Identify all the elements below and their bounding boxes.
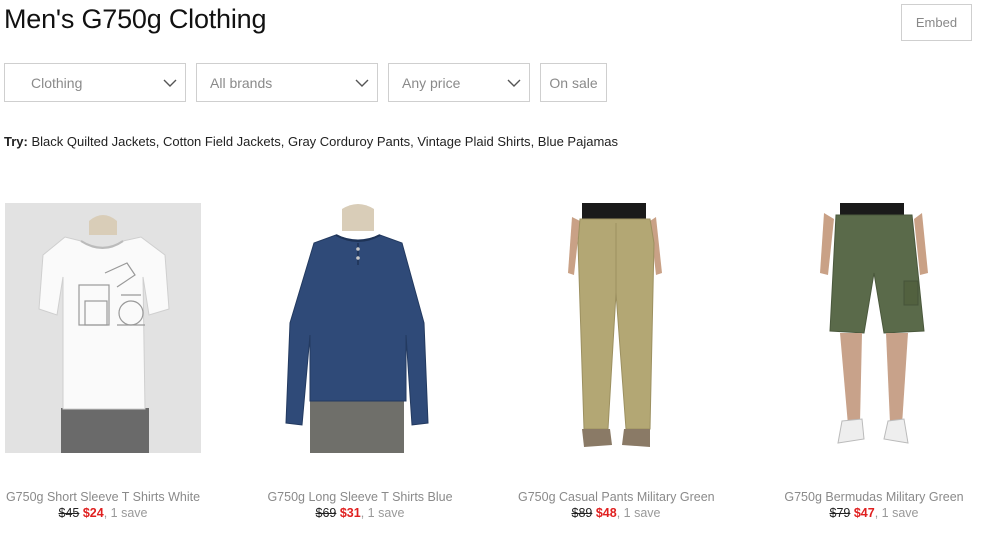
product-name[interactable]: G750g Short Sleeve T Shirts White	[5, 490, 201, 504]
chevron-down-icon	[347, 79, 377, 87]
product-name[interactable]: G750g Bermudas Military Green	[776, 490, 972, 504]
sale-price: $48	[595, 506, 617, 520]
category-filter[interactable]: Clothing	[4, 63, 186, 102]
product-image[interactable]	[776, 203, 972, 453]
old-price: $45	[58, 506, 80, 520]
try-link[interactable]: Blue Pajamas	[538, 134, 618, 149]
product-price: $69 $31, 1 save	[315, 506, 405, 520]
product-price: $45 $24, 1 save	[58, 506, 148, 520]
price-filter-label: Any price	[402, 74, 461, 91]
old-price: $89	[571, 506, 593, 520]
product-name[interactable]: G750g Long Sleeve T Shirts Blue	[262, 490, 458, 504]
save-count: 1 save	[110, 506, 148, 520]
try-label: Try:	[4, 134, 28, 149]
save-count: 1 save	[623, 506, 661, 520]
product-image[interactable]	[262, 203, 458, 453]
try-link[interactable]: Black Quilted Jackets	[31, 134, 155, 149]
try-link[interactable]: Cotton Field Jackets	[163, 134, 281, 149]
brand-filter-label: All brands	[210, 74, 273, 91]
product-name[interactable]: G750g Casual Pants Military Green	[518, 490, 715, 504]
product-image[interactable]	[5, 203, 201, 453]
sale-price: $24	[82, 506, 104, 520]
try-link[interactable]: Vintage Plaid Shirts	[417, 134, 530, 149]
chevron-down-icon	[155, 79, 185, 87]
embed-button[interactable]: Embed	[901, 4, 972, 41]
category-filter-label: Clothing	[31, 74, 83, 91]
on-sale-toggle[interactable]: On sale	[540, 63, 607, 102]
price-filter[interactable]: Any price	[388, 63, 530, 102]
sale-price: $47	[853, 506, 875, 520]
product-image[interactable]	[518, 203, 714, 453]
old-price: $79	[829, 506, 851, 520]
brand-filter[interactable]: All brands	[196, 63, 378, 102]
chevron-down-icon	[499, 79, 529, 87]
try-link[interactable]: Gray Corduroy Pants	[288, 134, 410, 149]
try-suggestions: Try: Black Quilted Jackets, Cotton Field…	[4, 134, 619, 149]
page-title: Men's G750g Clothing	[4, 4, 267, 34]
old-price: $69	[315, 506, 337, 520]
save-count: 1 save	[367, 506, 405, 520]
sale-price: $31	[339, 506, 361, 520]
product-price: $79 $47, 1 save	[829, 506, 919, 520]
product-price: $89 $48, 1 save	[571, 506, 661, 520]
save-count: 1 save	[881, 506, 919, 520]
